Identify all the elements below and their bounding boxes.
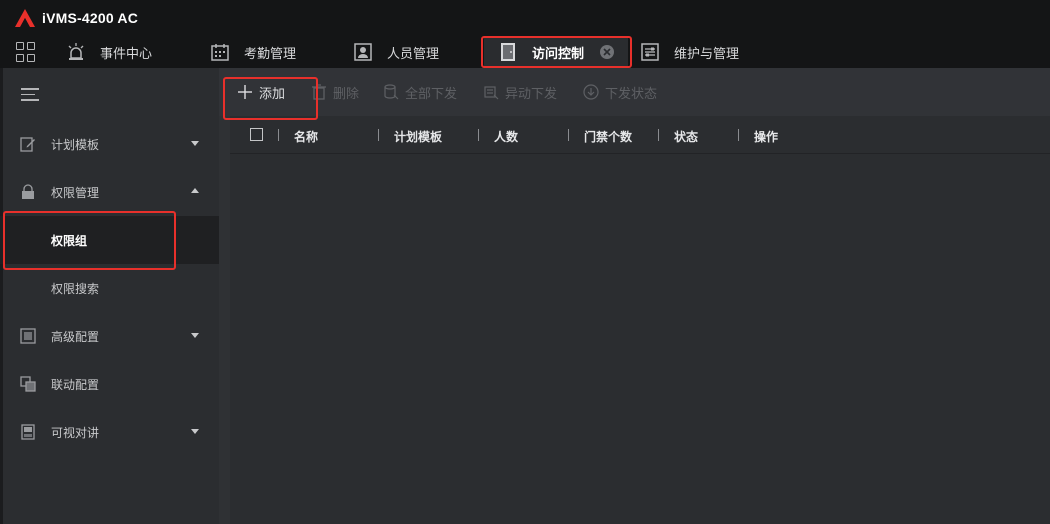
panel-divider [219, 116, 230, 524]
column-header-door-count[interactable]: 门禁个数 [584, 128, 632, 145]
sidebar-item-label: 权限组 [51, 233, 88, 248]
chevron-down-icon [191, 429, 199, 434]
sidebar-item-label: 联动配置 [51, 377, 100, 392]
tab-label: 访问控制 [532, 46, 585, 62]
tab-event-center[interactable]: 事件中心 [66, 36, 152, 68]
tab-label: 维护与管理 [674, 46, 740, 62]
main-content: 添加 删除 全部下发 异动下发 下发状态 名称 计划模板 人数 门禁个数 状态 … [219, 68, 1050, 524]
sidebar-item-video-intercom[interactable]: 可视对讲 [3, 408, 219, 456]
alarm-light-icon [66, 42, 86, 62]
toolbar: 添加 删除 全部下发 异动下发 下发状态 [219, 68, 1050, 116]
calendar-icon [210, 42, 230, 62]
linkage-icon [20, 376, 36, 392]
chevron-down-icon [191, 333, 199, 338]
apply-status-button[interactable]: 下发状态 [583, 82, 657, 102]
chevron-down-icon [191, 141, 199, 146]
app-title: iVMS-4200 AC [42, 10, 139, 26]
sidebar-item-label: 可视对讲 [51, 425, 100, 440]
apply-all-button-label: 全部下发 [405, 86, 458, 102]
intercom-icon [20, 424, 36, 440]
tab-maintenance[interactable]: 维护与管理 [640, 36, 739, 68]
config-icon [20, 328, 36, 344]
trash-icon [311, 84, 327, 100]
sidebar-item-linkage-config[interactable]: 联动配置 [3, 360, 219, 408]
edit-icon [20, 136, 36, 152]
sync-upload-icon [483, 84, 499, 100]
add-button-label: 添加 [259, 86, 286, 102]
menu-toggle-icon[interactable] [21, 88, 39, 105]
column-separator [658, 129, 659, 141]
sidebar-item-label: 计划模板 [51, 137, 100, 152]
tab-person-management[interactable]: 人员管理 [353, 36, 439, 68]
sidebar-item-permission-management[interactable]: 权限管理 [3, 168, 219, 216]
chevron-up-icon [191, 188, 199, 193]
apply-abnormal-button[interactable]: 异动下发 [483, 82, 557, 102]
column-header-status[interactable]: 状态 [674, 128, 698, 145]
column-separator [568, 129, 569, 141]
delete-button-label: 删除 [333, 86, 360, 102]
close-tab-icon[interactable] [600, 45, 615, 59]
tab-access-control[interactable]: 访问控制 [484, 36, 628, 68]
sidebar-item-label: 权限搜索 [51, 281, 100, 296]
sidebar-item-permission-group[interactable]: 权限组 [0, 216, 219, 264]
select-all-checkbox[interactable] [250, 128, 263, 141]
lock-icon [20, 184, 36, 200]
hikvision-logo-icon [14, 8, 36, 28]
permission-group-table: 名称 计划模板 人数 门禁个数 状态 操作 [230, 116, 1050, 524]
apply-status-button-label: 下发状态 [605, 86, 658, 102]
person-card-icon [353, 42, 373, 62]
sidebar-item-label: 高级配置 [51, 329, 100, 344]
add-button[interactable]: 添加 [237, 82, 285, 102]
settings-panel-icon [640, 42, 660, 62]
column-separator [278, 129, 279, 141]
table-header: 名称 计划模板 人数 门禁个数 状态 操作 [230, 116, 1050, 154]
column-separator [738, 129, 739, 141]
download-circle-icon [583, 84, 599, 100]
column-header-operation[interactable]: 操作 [754, 128, 778, 145]
tab-label: 考勤管理 [244, 46, 297, 62]
sidebar-item-label: 权限管理 [51, 185, 100, 200]
apply-all-button[interactable]: 全部下发 [383, 82, 457, 102]
tab-label: 人员管理 [387, 46, 440, 62]
title-bar: iVMS-4200 AC [0, 0, 1050, 36]
column-header-name[interactable]: 名称 [294, 128, 318, 145]
module-grid-icon[interactable] [16, 42, 36, 62]
module-tab-bar: 事件中心 考勤管理 人员管理 访问控制 维护与管理 [0, 36, 1050, 68]
tab-label: 事件中心 [100, 46, 153, 62]
tab-attendance[interactable]: 考勤管理 [210, 36, 296, 68]
column-separator [478, 129, 479, 141]
column-separator [378, 129, 379, 141]
sidebar-item-advanced-config[interactable]: 高级配置 [3, 312, 219, 360]
door-icon [498, 42, 518, 62]
column-header-schedule-template[interactable]: 计划模板 [394, 128, 442, 145]
sidebar-item-schedule-template[interactable]: 计划模板 [3, 120, 219, 168]
apply-abnormal-button-label: 异动下发 [505, 86, 558, 102]
delete-button[interactable]: 删除 [311, 82, 359, 102]
sidebar: 计划模板 权限管理 权限组 权限搜索 高级配置 联动配置 可视对讲 [0, 68, 219, 524]
plus-icon [237, 84, 253, 100]
column-header-person-count[interactable]: 人数 [494, 128, 518, 145]
sidebar-item-permission-search[interactable]: 权限搜索 [3, 264, 219, 312]
database-upload-icon [383, 84, 399, 100]
